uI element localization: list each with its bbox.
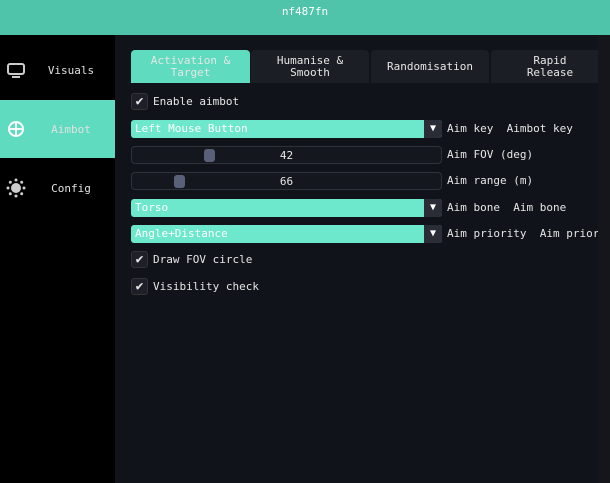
aim-priority-label: Aim priority Aim priority: [447, 227, 610, 240]
aim-range-slider[interactable]: 66: [131, 172, 442, 190]
checkbox-label: Visibility check: [153, 280, 259, 293]
main-panel: Activation & Target Humanise & Smooth Ra…: [115, 35, 610, 483]
sidebar-item-aimbot[interactable]: Aimbot: [0, 100, 115, 158]
sidebar-item-label: Aimbot: [51, 122, 91, 136]
monitor-icon: [7, 63, 25, 78]
select-value: Torso: [135, 201, 169, 214]
gear-icon: [6, 178, 26, 198]
aim-priority-select[interactable]: Angle+Distance ▼: [131, 225, 442, 243]
tab-rapid-release[interactable]: Rapid Release: [491, 50, 609, 83]
window-title: nf487fn: [0, 0, 610, 35]
slider-value: 66: [279, 175, 294, 188]
chevron-down-icon: ▼: [424, 120, 442, 138]
chevron-down-icon: ▼: [424, 225, 442, 243]
aim-range-label: Aim range (m): [447, 174, 534, 187]
select-value: Left Mouse Button: [135, 122, 248, 135]
sidebar-item-visuals[interactable]: Visuals: [0, 41, 115, 99]
checkbox-label: Draw FOV circle: [153, 253, 253, 266]
aim-bone-select[interactable]: Torso ▼: [131, 199, 442, 217]
sidebar-item-label: Visuals: [47, 63, 95, 77]
aim-key-label: Aim key Aimbot key: [447, 122, 573, 135]
tab-humanise-smooth[interactable]: Humanise & Smooth: [251, 50, 369, 83]
sidebar-item-label: Config: [51, 181, 91, 195]
crosshair-icon: [8, 121, 24, 137]
checkbox-label: Enable aimbot: [153, 95, 240, 108]
scrollbar[interactable]: [598, 35, 610, 483]
tab-activation-target[interactable]: Activation & Target: [131, 50, 250, 83]
check-icon[interactable]: ✔: [131, 278, 148, 295]
slider-value: 42: [279, 149, 294, 162]
chevron-down-icon: ▼: [424, 199, 442, 217]
aim-key-select[interactable]: Left Mouse Button ▼: [131, 120, 442, 138]
check-icon[interactable]: ✔: [131, 93, 148, 110]
sidebar-item-config[interactable]: Config: [0, 159, 115, 217]
tab-randomisation[interactable]: Randomisation: [371, 50, 489, 83]
select-value: Angle+Distance: [135, 227, 228, 240]
sidebar: Visuals Aimbot Config: [0, 35, 115, 483]
aim-bone-label: Aim bone Aim bone: [447, 201, 567, 214]
check-icon[interactable]: ✔: [131, 251, 148, 268]
aim-fov-slider[interactable]: 42: [131, 146, 442, 164]
aim-fov-label: Aim FOV (deg): [447, 148, 534, 161]
